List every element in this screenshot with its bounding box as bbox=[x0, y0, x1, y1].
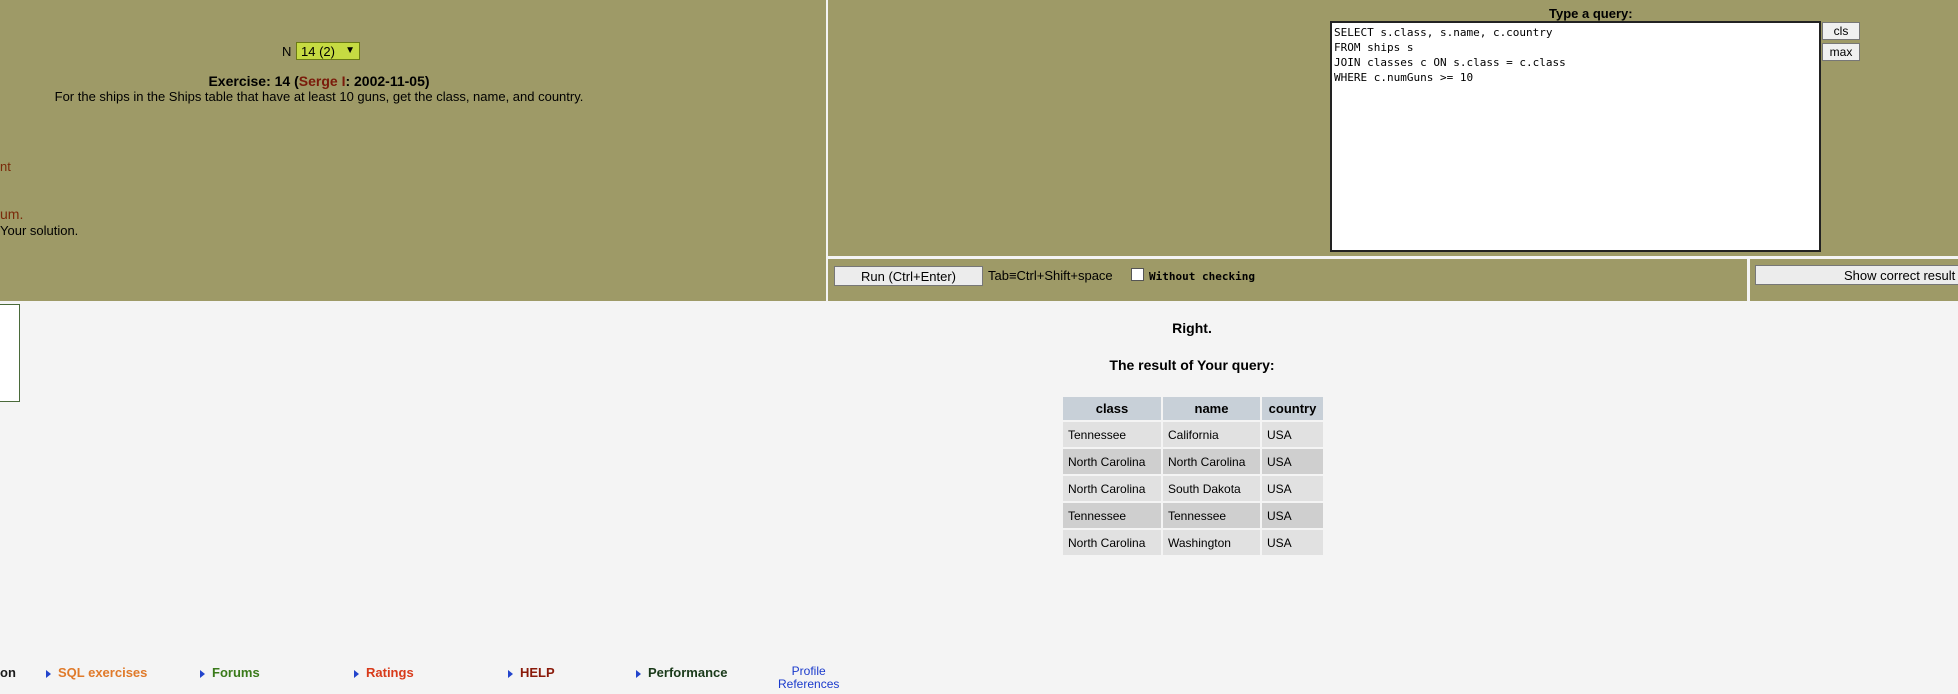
triangle-right-icon bbox=[46, 669, 51, 678]
footer-nav: on SQL exercises Forums Ratings HELP Per… bbox=[0, 665, 900, 689]
profile-references[interactable]: Profile References bbox=[778, 665, 839, 691]
table-cell: USA bbox=[1262, 530, 1323, 555]
exercise-title: Exercise: 14 (Serge I: 2002-11-05) bbox=[208, 73, 430, 89]
without-checking-label: Without checking bbox=[1149, 270, 1255, 283]
footer-link-performance[interactable]: Performance bbox=[636, 665, 727, 680]
triangle-right-icon bbox=[636, 669, 641, 678]
table-cell: North Carolina bbox=[1063, 449, 1161, 474]
table-cell: Washington bbox=[1163, 530, 1260, 555]
author-link[interactable]: Serge I bbox=[299, 73, 346, 89]
table-cell: USA bbox=[1262, 422, 1323, 447]
table-cell: USA bbox=[1262, 449, 1323, 474]
left-text-fragment: Your solution. bbox=[0, 223, 79, 238]
triangle-right-icon bbox=[508, 669, 513, 678]
footer-link-forums[interactable]: Forums bbox=[200, 665, 260, 680]
table-cell: Tennessee bbox=[1163, 503, 1260, 528]
references-link[interactable]: References bbox=[778, 678, 839, 691]
left-text-fragment[interactable]: um. bbox=[0, 206, 23, 222]
side-box bbox=[0, 304, 20, 402]
table-cell: Tennessee bbox=[1063, 503, 1161, 528]
triangle-right-icon bbox=[354, 669, 359, 678]
column-header: class bbox=[1063, 397, 1161, 420]
exercise-number-select[interactable]: 14 (2) ▼ bbox=[296, 42, 360, 60]
table-cell: California bbox=[1163, 422, 1260, 447]
check-status: Right. bbox=[1172, 320, 1212, 336]
table-row: North Carolina South Dakota USA bbox=[1063, 476, 1323, 501]
table-cell: North Carolina bbox=[1063, 530, 1161, 555]
query-input[interactable]: SELECT s.class, s.name, c.country FROM s… bbox=[1330, 21, 1821, 252]
footer-link[interactable]: on bbox=[0, 665, 16, 680]
table-cell: South Dakota bbox=[1163, 476, 1260, 501]
exercise-number-label: N bbox=[282, 44, 292, 59]
footer-link-ratings[interactable]: Ratings bbox=[354, 665, 414, 680]
triangle-right-icon bbox=[200, 669, 205, 678]
query-label: Type a query: bbox=[1549, 6, 1633, 21]
chevron-down-icon: ▼ bbox=[345, 45, 355, 56]
footer-link-sql-exercises[interactable]: SQL exercises bbox=[46, 665, 147, 680]
table-cell: USA bbox=[1262, 476, 1323, 501]
table-cell: North Carolina bbox=[1163, 449, 1260, 474]
table-cell: USA bbox=[1262, 503, 1323, 528]
table-cell: North Carolina bbox=[1063, 476, 1161, 501]
run-button[interactable]: Run (Ctrl+Enter) bbox=[834, 266, 983, 286]
column-header: country bbox=[1262, 397, 1323, 420]
exercise-description: For the ships in the Ships table that ha… bbox=[54, 89, 584, 104]
left-text-fragment[interactable]: nt bbox=[0, 159, 11, 174]
show-correct-result-button[interactable]: Show correct result bbox=[1755, 265, 1958, 285]
result-table: class name country Tennessee California … bbox=[1061, 395, 1325, 557]
exercise-panel: N 14 (2) ▼ Exercise: 14 (Serge I: 2002-1… bbox=[0, 0, 826, 301]
footer-link-help[interactable]: HELP bbox=[508, 665, 555, 680]
exercise-number-value: 14 (2) bbox=[301, 43, 335, 59]
maximize-button[interactable]: max bbox=[1822, 43, 1860, 61]
column-header: name bbox=[1163, 397, 1260, 420]
table-row: North Carolina North Carolina USA bbox=[1063, 449, 1323, 474]
table-row: Tennessee California USA bbox=[1063, 422, 1323, 447]
without-checking-checkbox[interactable] bbox=[1131, 268, 1144, 281]
table-row: Tennessee Tennessee USA bbox=[1063, 503, 1323, 528]
tab-hint: Tab≡Ctrl+Shift+space bbox=[988, 268, 1113, 283]
clear-button[interactable]: cls bbox=[1822, 22, 1860, 40]
result-title: The result of Your query: bbox=[1109, 357, 1275, 373]
table-row: North Carolina Washington USA bbox=[1063, 530, 1323, 555]
table-cell: Tennessee bbox=[1063, 422, 1161, 447]
